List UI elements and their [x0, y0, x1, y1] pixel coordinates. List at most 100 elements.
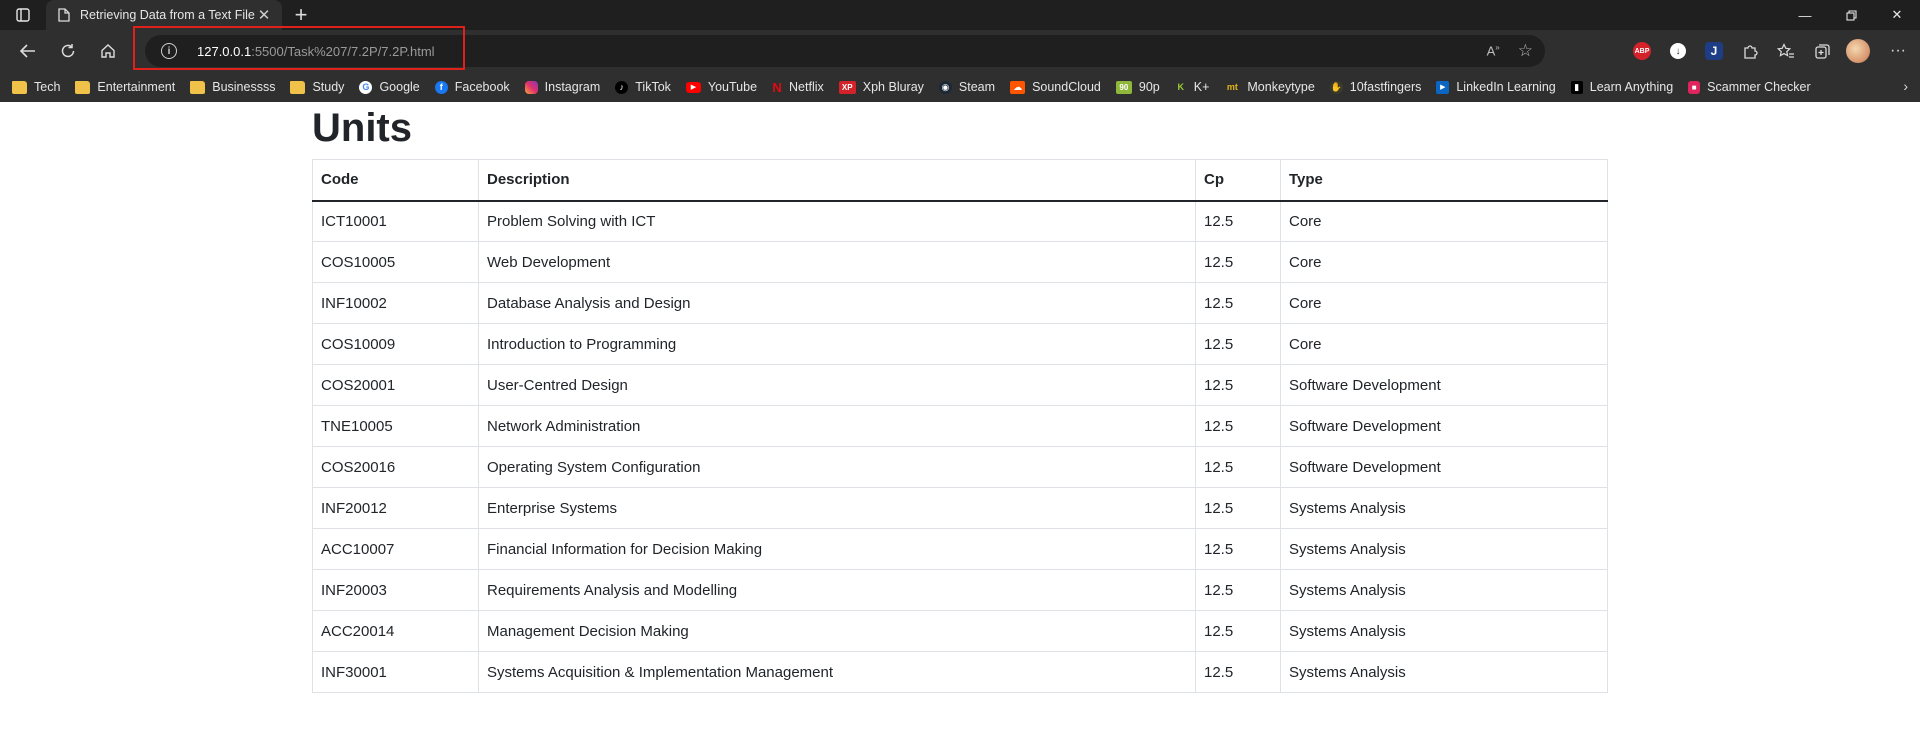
- bookmark-linkedin-learning[interactable]: ▶ LinkedIn Learning: [1436, 80, 1556, 94]
- cell-description: Requirements Analysis and Modelling: [478, 569, 1196, 611]
- bookmark-facebook[interactable]: f Facebook: [434, 80, 510, 94]
- facebook-icon: f: [434, 80, 448, 94]
- extensions-area: ABP ↓ J ···: [1624, 30, 1920, 72]
- bookmark-google[interactable]: G Google: [359, 80, 420, 94]
- page-content: Units Code Description Cp Type ICT10001 P…: [0, 102, 1920, 755]
- column-header-type: Type: [1280, 159, 1608, 202]
- bookmark-learn-anything[interactable]: ▮ Learn Anything: [1570, 80, 1674, 94]
- table-row: COS20001 User-Centred Design 12.5 Software …: [312, 364, 1608, 406]
- chevron-right-icon[interactable]: ›: [1903, 78, 1908, 94]
- home-button[interactable]: [90, 35, 126, 67]
- j-extension[interactable]: J: [1696, 35, 1732, 67]
- bookmark-xph-bluray[interactable]: XP Xph Bluray: [838, 80, 924, 94]
- bookmark-label: Study: [312, 80, 345, 94]
- bookmark-label: Scammer Checker: [1707, 80, 1811, 94]
- bookmark-businessss[interactable]: Businessss: [190, 80, 275, 94]
- favorites-button[interactable]: [1768, 35, 1804, 67]
- favorites-icon: [1777, 42, 1794, 58]
- bookmark-label: Learn Anything: [1589, 80, 1674, 94]
- cell-cp: 12.5: [1195, 405, 1281, 447]
- column-header-description: Description: [478, 159, 1196, 202]
- cell-type: Systems Analysis: [1280, 487, 1608, 529]
- bookmark-netflix[interactable]: N Netflix: [772, 80, 824, 95]
- bookmark-90p[interactable]: 90 90p: [1115, 80, 1160, 94]
- collections-button[interactable]: [1804, 35, 1840, 67]
- lock-icon: ■: [1688, 80, 1701, 94]
- collections-icon: [1814, 43, 1830, 59]
- download-extension[interactable]: ↓: [1660, 35, 1696, 67]
- bookmark-soundcloud[interactable]: ☁ SoundCloud: [1010, 80, 1101, 94]
- cell-description: Management Decision Making: [478, 610, 1196, 652]
- table-header-row: Code Description Cp Type: [312, 159, 1608, 202]
- bookmark-instagram[interactable]: Instagram: [524, 80, 600, 94]
- cell-description: Introduction to Programming: [478, 323, 1196, 365]
- cell-cp: 12.5: [1195, 200, 1281, 242]
- cell-description: Systems Acquisition & Implementation Man…: [478, 651, 1196, 693]
- cell-type: Core: [1280, 200, 1608, 242]
- cell-code: INF30001: [312, 651, 479, 693]
- close-window-button[interactable]: ✕: [1874, 0, 1920, 30]
- back-button[interactable]: [10, 35, 46, 67]
- google-icon: G: [359, 80, 373, 94]
- table-row: INF10002 Database Analysis and Design 12.5…: [312, 282, 1608, 324]
- bookmark-label: Xph Bluray: [862, 80, 924, 94]
- bookmark-entertainment[interactable]: Entertainment: [75, 80, 175, 94]
- bookmark-monkeytype[interactable]: mt Monkeytype: [1224, 80, 1315, 94]
- tiktok-icon: ♪: [615, 80, 629, 94]
- cell-code: COS10009: [312, 323, 479, 365]
- folder-icon: [290, 80, 306, 94]
- bookmark-label: Entertainment: [97, 80, 176, 94]
- settings-menu-button[interactable]: ···: [1876, 35, 1920, 67]
- bookmark-label: YouTube: [707, 80, 758, 94]
- cell-cp: 12.5: [1195, 446, 1281, 488]
- cell-code: COS20016: [312, 446, 479, 488]
- bookmark-label: TikTok: [635, 80, 671, 94]
- cell-code: INF20003: [312, 569, 479, 611]
- cell-type: Systems Analysis: [1280, 528, 1608, 570]
- extensions-button[interactable]: [1732, 35, 1768, 67]
- bookmark-label: Netflix: [789, 80, 824, 94]
- tab-actions-button[interactable]: [0, 0, 46, 30]
- restore-button[interactable]: [1828, 0, 1874, 30]
- bookmark-kplus[interactable]: K K+: [1175, 80, 1209, 94]
- cell-code: COS10005: [312, 241, 479, 283]
- tab-close-icon[interactable]: ✕: [256, 6, 272, 24]
- cell-type: Software Development: [1280, 405, 1608, 447]
- cell-code: COS20001: [312, 364, 479, 406]
- address-bar-actions: A» ☆: [1487, 35, 1533, 67]
- bookmark-study[interactable]: Study: [290, 80, 344, 94]
- bookmark-scammer-checker[interactable]: ■ Scammer Checker: [1688, 80, 1811, 94]
- folder-icon: [75, 80, 91, 94]
- bookmark-label: Businessss: [212, 80, 276, 94]
- bookmark-label: Steam: [958, 80, 996, 94]
- url-highlight-annotation: [133, 26, 465, 70]
- minimize-button[interactable]: —: [1782, 0, 1828, 30]
- adblock-icon: ABP: [1633, 42, 1651, 60]
- favorite-star-icon[interactable]: ☆: [1518, 41, 1533, 61]
- cell-code: INF20012: [312, 487, 479, 529]
- cell-description: Network Administration: [478, 405, 1196, 447]
- cell-type: Software Development: [1280, 364, 1608, 406]
- bookmark-youtube[interactable]: ▶ YouTube: [685, 80, 758, 94]
- bookmark-steam[interactable]: ◉ Steam: [938, 80, 996, 94]
- bookmarks-bar: Tech Entertainment Businessss Study G Goo…: [0, 72, 1920, 102]
- cell-type: Systems Analysis: [1280, 610, 1608, 652]
- avatar: [1846, 39, 1870, 63]
- read-aloud-icon[interactable]: A»: [1487, 43, 1500, 58]
- cell-cp: 12.5: [1195, 282, 1281, 324]
- j-extension-icon: J: [1705, 42, 1723, 60]
- cell-cp: 12.5: [1195, 569, 1281, 611]
- refresh-button[interactable]: [50, 35, 86, 67]
- page-icon: [58, 8, 70, 22]
- cell-cp: 12.5: [1195, 241, 1281, 283]
- cell-description: Financial Information for Decision Makin…: [478, 528, 1196, 570]
- profile-button[interactable]: [1840, 35, 1876, 67]
- table-row: COS10005 Web Development 12.5 Core: [312, 241, 1608, 283]
- column-header-cp: Cp: [1195, 159, 1281, 202]
- adblock-extension[interactable]: ABP: [1624, 35, 1660, 67]
- bookmark-tech[interactable]: Tech: [12, 80, 60, 94]
- bookmark-tiktok[interactable]: ♪ TikTok: [615, 80, 671, 94]
- cell-description: Web Development: [478, 241, 1196, 283]
- bookmark-10fastfingers[interactable]: ✋ 10fastfingers: [1329, 80, 1421, 94]
- table-row: ACC20014 Management Decision Making 12.5 Sy…: [312, 610, 1608, 652]
